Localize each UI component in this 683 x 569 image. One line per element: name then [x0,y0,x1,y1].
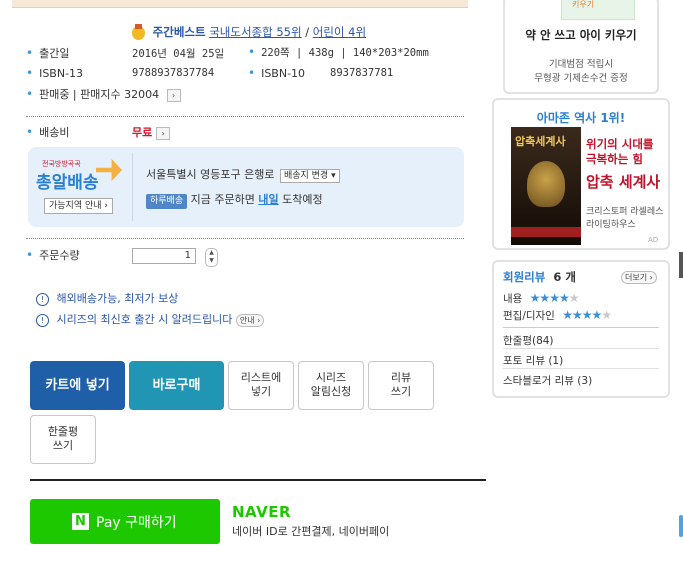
content-rating: 내용 ★★★★★ [503,291,580,305]
ad-parenting-desc1: 기대범점 적립시 [548,59,614,70]
helmet-image [527,161,565,207]
quantity-stepper[interactable]: ▲ ▼ [205,248,218,267]
add-to-list-button[interactable]: 리스트에 넣기 [228,361,294,410]
series-info-button[interactable]: 안내 › [235,314,265,327]
star-icon: ★★★★ [529,291,570,305]
write-oneline-review-button[interactable]: 한줄평 쓰기 [30,415,96,464]
review-more-button[interactable]: 더보기 › [621,271,657,284]
divider-2 [26,238,464,239]
rank-separator: / [305,25,310,39]
medal-icon [132,23,145,40]
pubdate-label: • 출간일 [26,46,70,60]
info-icon: ! [36,313,49,327]
quantity-label: • 주문수량 [26,248,80,262]
isbn10-value: 8937837781 [330,67,394,79]
naver-logo: NAVER [232,503,292,521]
naverpay-desc: 네이버 ID로 간편결제, 네이버페이 [232,525,390,538]
quantity-input[interactable]: 1 [132,248,196,264]
shipping-fee-label: • 배송비 [26,125,70,139]
ad-history-tagline: 위기의 시대를 극복하는 힘 [586,137,654,166]
isbn10-label: • ISBN-10 [248,66,306,80]
review-starblogger-link[interactable]: 스타블로거 리뷰 (3) [503,373,592,388]
ad-parenting-title: 약 안 쓰고 아이 키우기 [525,28,637,42]
delivery-estimate: 하루배송 지금 주문하면 내일 도착예정 [146,191,323,209]
divider [26,116,464,117]
ad-history-book[interactable]: 아마존 역사 1위! 압축세계사 위기의 시대를 극복하는 힘 압축 세계사 크리… [492,98,670,250]
review-box: 회원리뷰 6 개 더보기 › 내용 ★★★★★ 편집/디자인 ★★★★★ 한줄평… [492,260,670,398]
review-title: 회원리뷰 6 개 [503,270,576,284]
isbn13-value: 9788937837784 [132,67,215,79]
write-review-button[interactable]: 리뷰 쓰기 [368,361,434,410]
delivery-box: 전국방방곡곡 총알배송 가능지역 안내 › 서울특별시 영등포구 은행로 배송지… [28,147,464,227]
info-icon: ! [36,292,49,306]
shipping-fee-value: 무료 › [132,124,171,140]
naverpay-button[interactable]: N Pay 구매하기 [30,499,220,544]
scrollbar-thumb[interactable] [679,252,683,278]
ad-history-publisher: 라이팅하우스 [586,220,636,230]
ad-product-image: 키우기 [561,0,635,20]
ad-history-author: 크리스토퍼 라셀레스 [586,207,664,217]
isbn13-label: • ISBN-13 [26,66,84,80]
delivery-divider [132,153,133,221]
delivery-arrow-icon [96,159,122,181]
add-to-cart-button[interactable]: 카트에 넣기 [30,361,125,410]
review-photo-link[interactable]: 포토 리뷰 (1) [503,353,563,368]
pubdate-value: 2016년 04월 25일 [132,48,225,60]
change-address-button[interactable]: 배송지 변경 ▾ [279,169,340,183]
star-empty-icon: ★ [568,291,580,305]
top-strip [12,0,468,8]
notice-series: ! 시리즈의 최신호 출간 시 알려드립니다 안내 › [36,311,265,327]
oneday-badge: 하루배송 [146,194,188,209]
buy-now-button[interactable]: 바로구매 [129,361,224,410]
star-icon: ★★★★ [562,308,602,322]
rank-general-link[interactable]: 국내도서종합 55위 [209,25,301,39]
section-rule [30,479,486,481]
bestseller-line: 주간베스트 국내도서종합 55위 / 어린이 4위 [132,23,366,40]
delivery-address: 서울특별시 영등포구 은행로 배송지 변경 ▾ [146,166,340,183]
notice-overseas: ! 해외배송가능, 최저가 보상 [36,290,178,306]
series-alert-button[interactable]: 시리즈 알림신청 [298,361,364,410]
naver-n-icon: N [72,513,89,530]
shipping-arrow-icon[interactable]: › [156,126,171,140]
book-spec: • 220쪽 | 438g | 140*203*20mm [248,45,429,59]
review-oneline-link[interactable]: 한줄평(84) [503,333,554,348]
naverpay-label: Pay 구매하기 [96,515,177,531]
ad-parenting[interactable]: 키우기 약 안 쓰고 아이 키우기 기대범점 적립시 무형광 기제손수건 증정 [503,0,659,94]
book-cover-image: 압축세계사 [511,127,581,245]
sales-index-arrow-icon[interactable]: › [166,88,181,102]
rank-children-link[interactable]: 어린이 4위 [313,25,366,39]
ad-history-head: 아마존 역사 1위! [536,111,626,125]
ad-parenting-desc2: 무형광 기제손수건 증정 [534,73,628,84]
design-rating: 편집/디자인 ★★★★★ [503,308,612,322]
delivery-day: 내일 [258,193,279,206]
ad-tag: AD [648,236,659,244]
sales-index-text: 판매중 | 판매지수 32004 [39,88,160,101]
delivery-logo: 총알배송 [36,173,99,193]
star-empty-icon: ★ [601,308,612,322]
delivery-area-button[interactable]: 가능지역 안내 › [44,198,114,214]
ad-history-title: 압축 세계사 [586,173,661,191]
bestseller-label: 주간베스트 [152,25,206,39]
side-tab[interactable] [679,515,683,537]
sales-index: • 판매중 | 판매지수 32004 › [26,86,181,102]
